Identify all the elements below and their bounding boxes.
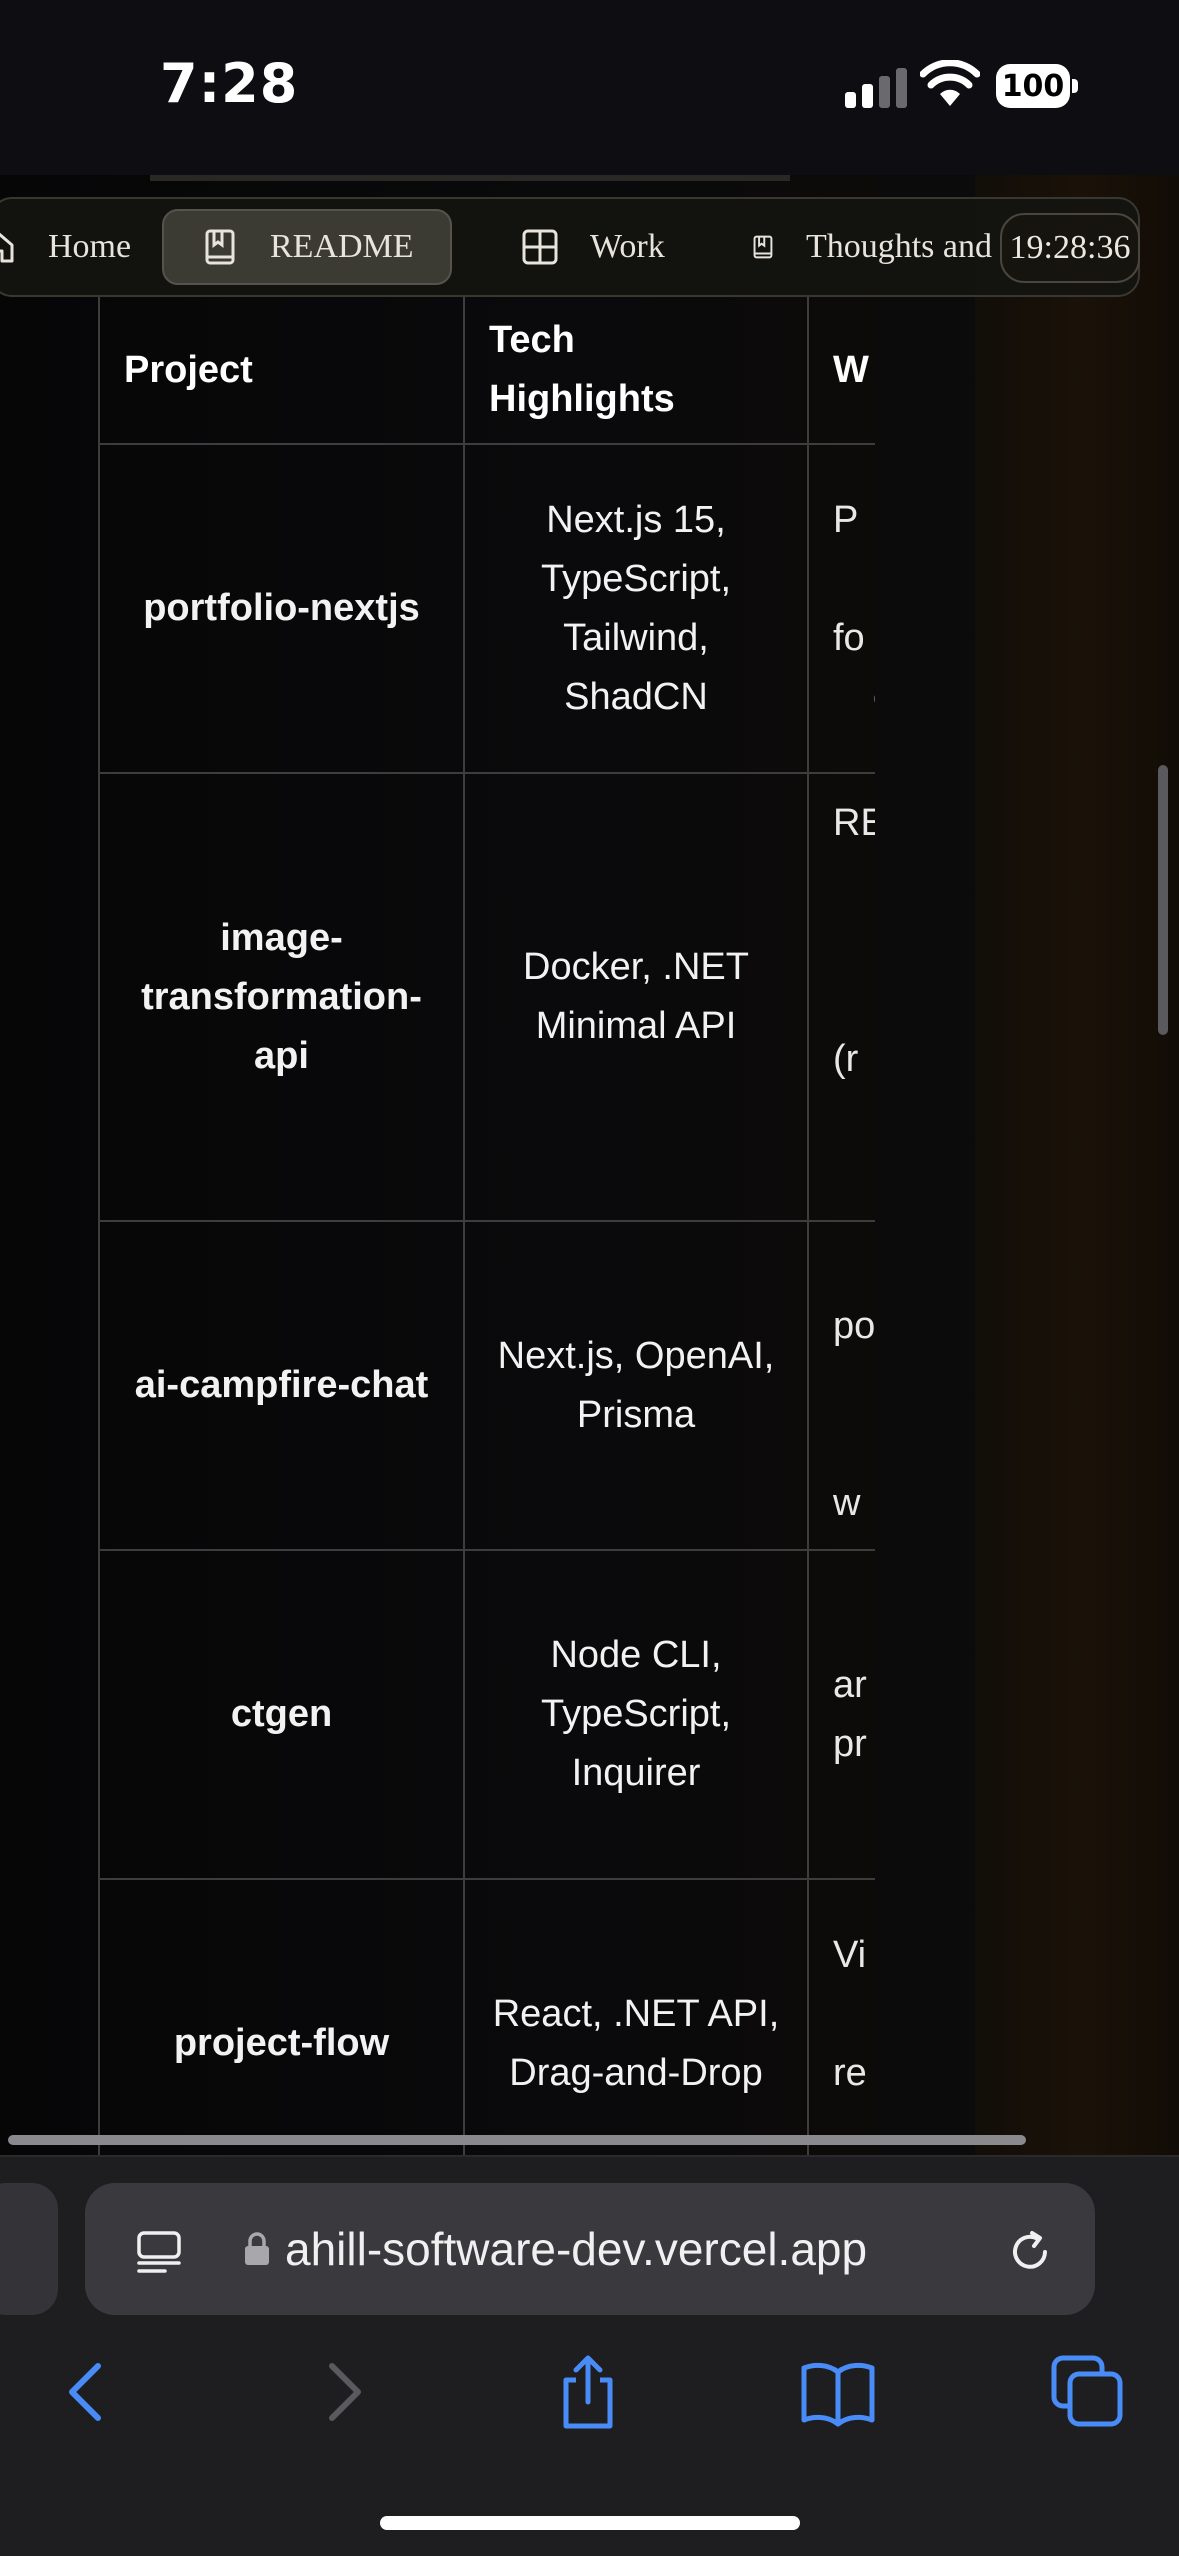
header-project: Project: [98, 295, 465, 445]
wifi-icon: [920, 60, 980, 106]
projects-table-container[interactable]: Project Tech Highlights W portfolio-next…: [98, 295, 875, 2155]
site-nav: Home README Work Thoughts and: [0, 197, 1140, 297]
status-bar: 7:28 100: [0, 0, 1179, 175]
table-row: project-flow React, .NET API, Drag-and-D…: [98, 1878, 875, 2155]
tab-readme[interactable]: README: [162, 209, 452, 285]
status-time: 7:28: [160, 52, 299, 115]
projects-table: Project Tech Highlights W portfolio-next…: [98, 295, 875, 2155]
header-why: W: [807, 295, 875, 445]
table-header-row: Project Tech Highlights W: [98, 295, 875, 445]
header-tech-highlights: Tech Highlights: [463, 295, 809, 445]
book-icon: [205, 229, 235, 265]
home-icon: [0, 232, 14, 263]
why-cell: (posw: [807, 1220, 875, 1551]
tech-highlights: React, .NET API, Drag-and-Drop: [463, 1878, 809, 2155]
web-content: Project Tech Highlights W portfolio-next…: [0, 175, 1179, 2155]
why-cell: REi(r: [807, 772, 875, 1222]
tab-label: Thoughts and: [805, 228, 992, 265]
project-name: ctgen: [98, 1549, 465, 1880]
why-cell: Viprea: [807, 1878, 875, 2155]
tech-highlights: Next.js 15, TypeScript, Tailwind, ShadCN: [463, 443, 809, 774]
project-name: image-transformation-api: [98, 772, 465, 1222]
clock-display: 19:28:36: [1000, 213, 1140, 283]
tech-highlights: Node CLI, TypeScript, Inquirer: [463, 1549, 809, 1880]
tab-label: Work: [590, 228, 665, 265]
table-row: ai-campfire-chat Next.js, OpenAI, Prisma…: [98, 1220, 875, 1551]
tab-work[interactable]: Work: [520, 209, 665, 285]
table-row: ctgen Node CLI, TypeScript, Inquirer ar p…: [98, 1549, 875, 1880]
share-icon[interactable]: [548, 2352, 628, 2432]
forward-icon[interactable]: [302, 2352, 382, 2432]
tech-highlights: Docker, .NET Minimal API: [463, 772, 809, 1222]
book-icon: [753, 235, 773, 259]
address-bar[interactable]: ahill-software-dev.vercel.app: [85, 2183, 1095, 2315]
table-row: image-transformation-api Docker, .NET Mi…: [98, 772, 875, 1222]
project-name: project-flow: [98, 1878, 465, 2155]
battery-level: 100: [996, 64, 1070, 108]
why-cell: P&foe: [807, 443, 875, 774]
tabs-icon[interactable]: [1048, 2352, 1128, 2432]
tech-highlights: Next.js, OpenAI, Prisma: [463, 1220, 809, 1551]
project-name: portfolio-nextjs: [98, 443, 465, 774]
horizontal-scrollbar[interactable]: [8, 2135, 1026, 2145]
previous-tab-pill[interactable]: [0, 2183, 58, 2315]
back-icon[interactable]: [48, 2352, 128, 2432]
tab-thoughts[interactable]: Thoughts and: [750, 209, 992, 285]
reader-icon[interactable]: [135, 2227, 183, 2275]
battery-icon: 100: [996, 64, 1078, 108]
tab-label: Home: [48, 228, 132, 265]
table-row: portfolio-nextjs Next.js 15, TypeScript,…: [98, 443, 875, 774]
home-indicator[interactable]: [380, 2516, 800, 2530]
vertical-scrollbar[interactable]: [1158, 765, 1168, 1035]
project-name: ai-campfire-chat: [98, 1220, 465, 1551]
grid-icon: [522, 229, 558, 265]
browser-toolbar: ahill-software-dev.vercel.app: [0, 2155, 1179, 2556]
url-text: ahill-software-dev.vercel.app: [285, 2223, 868, 2275]
reload-icon[interactable]: [1005, 2227, 1055, 2277]
why-cell: arprs: [807, 1549, 875, 1880]
bookmarks-icon[interactable]: [798, 2352, 878, 2432]
tab-label: README: [270, 228, 414, 265]
tab-home[interactable]: Home: [0, 209, 131, 285]
lock-icon: [245, 2232, 269, 2265]
cellular-signal-icon: [845, 68, 907, 108]
